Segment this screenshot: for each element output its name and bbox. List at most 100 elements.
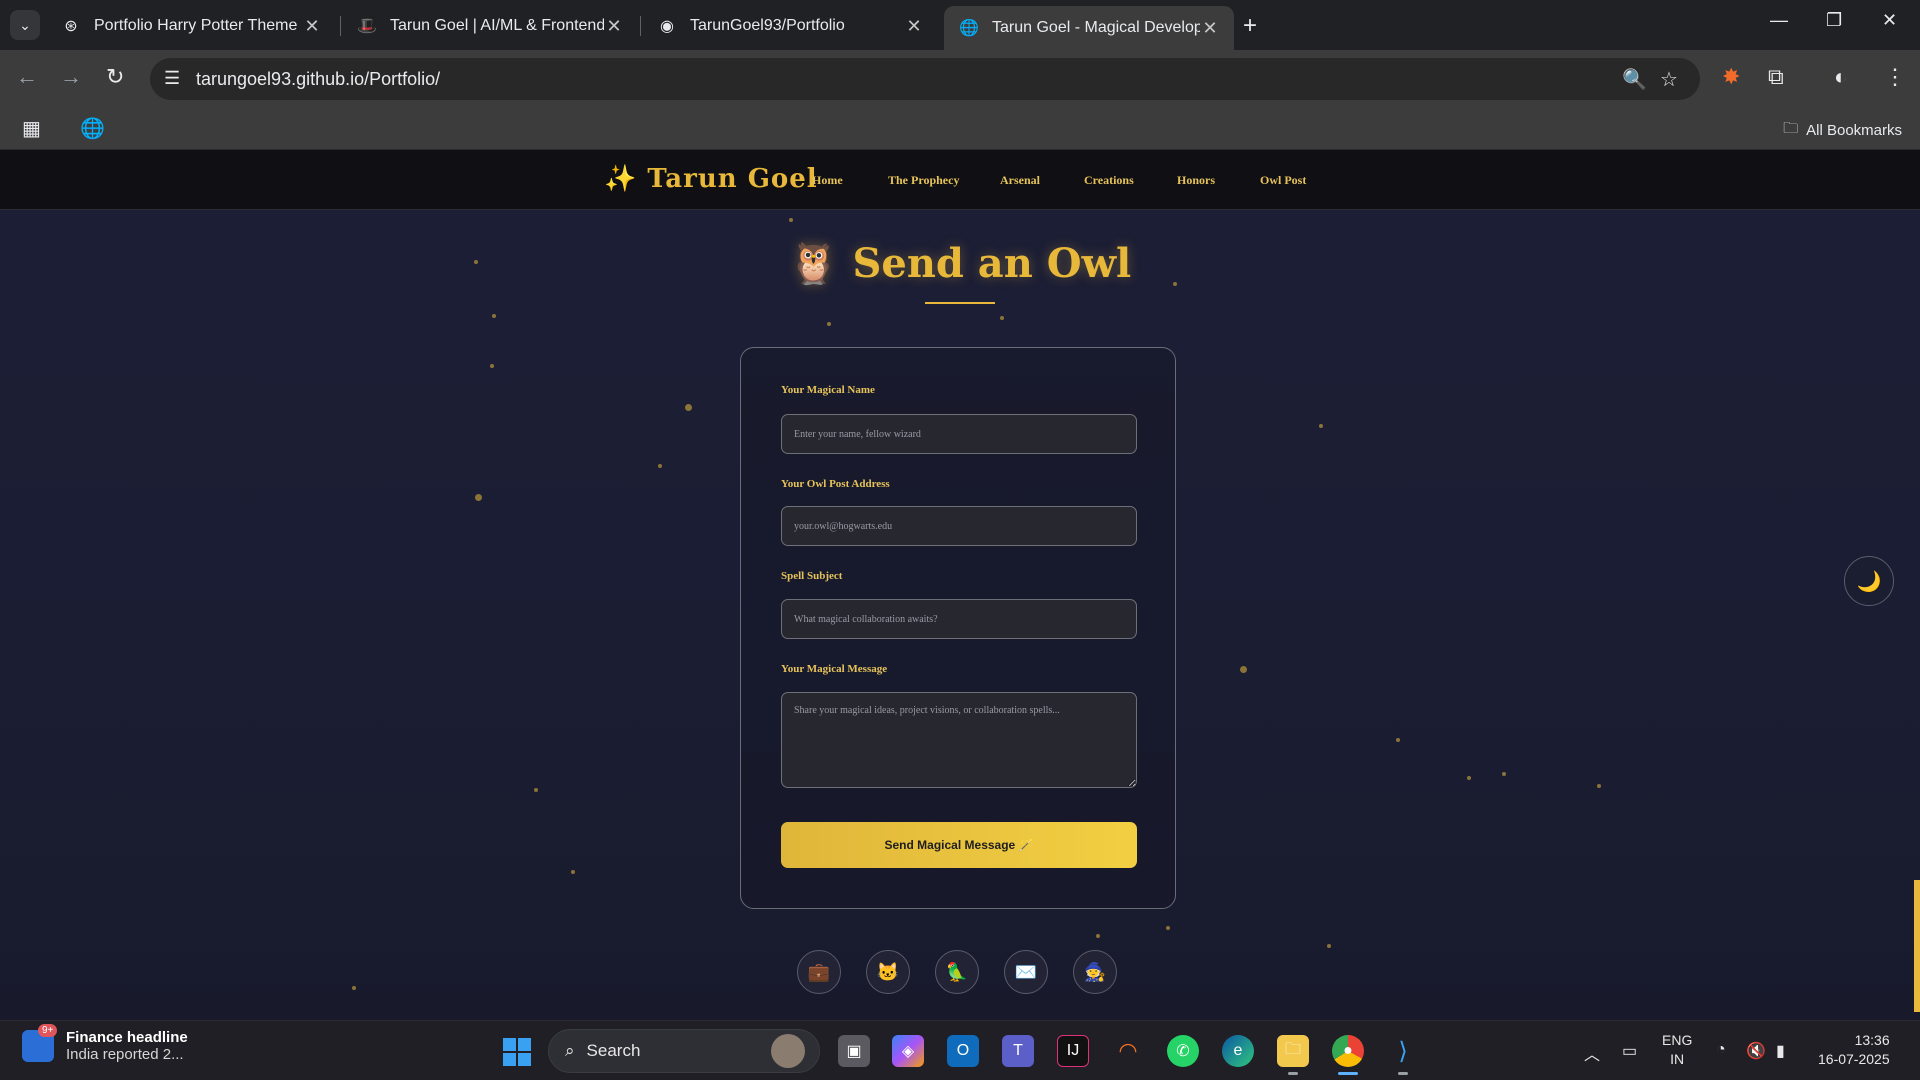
reload-icon[interactable]: ↻ <box>106 64 124 90</box>
system-clock[interactable]: 13:36 16-07-2025 <box>1818 1031 1890 1069</box>
outlook-icon[interactable]: O <box>947 1035 979 1067</box>
menu-icon[interactable]: ⋮ <box>1884 64 1906 90</box>
scrollbar-thumb[interactable] <box>1914 880 1920 1012</box>
url-text[interactable]: tarungoel93.github.io/Portfolio/ <box>196 69 440 90</box>
new-tab-button[interactable]: + <box>1243 12 1257 40</box>
nav-home[interactable]: Home <box>812 173 843 188</box>
profile-avatar-icon[interactable]: ◐ <box>1834 64 1847 90</box>
email-label: Your Owl Post Address <box>781 478 890 490</box>
forward-icon[interactable]: → <box>60 64 82 90</box>
address-bar[interactable]: ☰ tarungoel93.github.io/Portfolio/ 🔍 ☆ <box>150 58 1700 100</box>
email-input[interactable] <box>781 506 1137 546</box>
nav-prophecy[interactable]: The Prophecy <box>888 173 959 188</box>
file-explorer-icon[interactable]: 🗀 <box>1277 1035 1309 1075</box>
speaker-muted-icon[interactable]: 🔇 <box>1746 1041 1766 1061</box>
close-window-icon[interactable]: ✕ <box>1882 10 1897 31</box>
extension-icon[interactable]: ✸ <box>1722 64 1740 90</box>
copilot-icon[interactable]: ◈ <box>892 1035 924 1067</box>
star-decoration <box>1502 772 1506 776</box>
star-decoration <box>1319 424 1323 428</box>
tab-separator <box>640 16 641 36</box>
subject-label: Spell Subject <box>781 570 843 582</box>
search-highlight-image <box>771 1034 805 1068</box>
start-windows-icon[interactable] <box>503 1038 531 1066</box>
openai-icon: ⊛ <box>64 18 78 35</box>
teams-icon[interactable]: T <box>1002 1035 1034 1067</box>
jupyter-icon[interactable]: ◠ <box>1112 1035 1144 1067</box>
star-decoration <box>1096 934 1100 938</box>
star-decoration <box>1396 738 1400 742</box>
hat-icon: 🎩 <box>357 18 377 35</box>
nav-creations[interactable]: Creations <box>1084 173 1134 188</box>
star-decoration <box>1240 666 1247 673</box>
star-decoration <box>789 218 793 222</box>
minimize-icon[interactable]: — <box>1770 10 1788 31</box>
taskbar: 9+ Finance headline India reported 2... … <box>0 1020 1920 1080</box>
linkedin-briefcase-icon[interactable]: 💼 <box>797 950 841 994</box>
news-widget-icon: 9+ <box>22 1024 58 1062</box>
restore-icon[interactable]: ❐ <box>1826 10 1842 31</box>
tab-portfolio-hp-theme[interactable]: ⊛ Portfolio Harry Potter Theme ✕ <box>46 6 336 46</box>
all-bookmarks-button[interactable]: 🗀 All Bookmarks <box>1783 118 1902 143</box>
twitter-bird-icon[interactable]: 🦜 <box>935 950 979 994</box>
nav-owl-post[interactable]: Owl Post <box>1260 173 1306 188</box>
extensions-puzzle-icon[interactable]: ⧉ <box>1768 64 1784 90</box>
close-icon[interactable]: ✕ <box>604 16 624 37</box>
display-icon[interactable]: ▭ <box>1622 1041 1637 1061</box>
star-decoration <box>352 986 356 990</box>
folder-icon: 🗀 <box>1783 120 1799 137</box>
bookmarks-bar: ▦ 🌐 🗀 All Bookmarks <box>0 108 1920 150</box>
star-decoration <box>1597 784 1601 788</box>
tab-github-portfolio[interactable]: ◉ TarunGoel93/Portfolio ✕ <box>642 6 938 46</box>
contact-form: Your Magical Name Your Owl Post Address … <box>740 347 1176 909</box>
globe-icon: 🌐 <box>959 20 979 37</box>
star-decoration <box>1467 776 1471 780</box>
theme-toggle-button[interactable]: 🌙 <box>1844 556 1894 606</box>
star-decoration <box>1166 926 1170 930</box>
zoom-icon[interactable]: 🔍 <box>1622 67 1647 92</box>
nav-honors[interactable]: Honors <box>1177 173 1215 188</box>
name-input[interactable] <box>781 414 1137 454</box>
close-icon[interactable]: ✕ <box>904 16 924 37</box>
globe-icon[interactable]: 🌐 <box>80 116 105 141</box>
social-links: 💼 🐱 🦜 ✉️ 🧙 <box>797 950 1117 994</box>
github-icon: ◉ <box>660 18 674 35</box>
news-widget[interactable]: 9+ Finance headline India reported 2... <box>22 1024 188 1063</box>
battery-icon[interactable]: ▮ <box>1776 1041 1785 1061</box>
task-view-icon[interactable]: ▣ <box>838 1035 870 1067</box>
subject-input[interactable] <box>781 599 1137 639</box>
news-headline: Finance headline <box>66 1029 188 1046</box>
site-info-icon[interactable]: ☰ <box>164 68 180 89</box>
nav-arsenal[interactable]: Arsenal <box>1000 173 1040 188</box>
tab-title: Portfolio Harry Potter Theme <box>94 17 298 34</box>
tab-search-button[interactable]: ⌄ <box>10 10 40 40</box>
bookmark-star-icon[interactable]: ☆ <box>1660 67 1678 92</box>
tab-title: Tarun Goel - Magical Developer <box>992 19 1200 36</box>
github-cat-icon[interactable]: 🐱 <box>866 950 910 994</box>
language-indicator[interactable]: ENG IN <box>1662 1031 1692 1069</box>
portfolio-profile-icon[interactable]: 🧙 <box>1073 950 1117 994</box>
star-decoration <box>475 494 482 501</box>
email-icon[interactable]: ✉️ <box>1004 950 1048 994</box>
star-decoration <box>685 404 692 411</box>
chevron-up-icon[interactable]: ︿ <box>1584 1041 1600 1065</box>
chrome-icon[interactable]: ● <box>1332 1035 1364 1075</box>
close-icon[interactable]: ✕ <box>1200 18 1220 39</box>
edge-icon[interactable]: e <box>1222 1035 1254 1067</box>
site-brand[interactable]: ✨ Tarun Goel <box>604 164 818 194</box>
search-icon: ⌕ <box>565 1041 575 1060</box>
send-message-button[interactable]: Send Magical Message 🪄 <box>781 822 1137 868</box>
back-icon[interactable]: ← <box>16 64 38 90</box>
tab-tarun-ai-ml[interactable]: 🎩 Tarun Goel | AI/ML & Frontend ✕ <box>342 6 638 46</box>
intellij-icon[interactable]: IJ <box>1057 1035 1089 1067</box>
tab-magical-developer[interactable]: 🌐 Tarun Goel - Magical Developer ✕ <box>944 6 1234 50</box>
message-textarea[interactable] <box>781 692 1137 788</box>
tab-title: Tarun Goel | AI/ML & Frontend <box>390 17 604 34</box>
apps-grid-icon[interactable]: ▦ <box>22 116 41 141</box>
browser-toolbar: ← → ↻ ☰ tarungoel93.github.io/Portfolio/… <box>0 50 1920 108</box>
whatsapp-icon[interactable]: ✆ <box>1167 1035 1199 1067</box>
vscode-icon[interactable]: ⟩ <box>1387 1035 1419 1075</box>
close-icon[interactable]: ✕ <box>302 16 322 37</box>
taskbar-search[interactable]: ⌕ Search <box>548 1029 820 1073</box>
wifi-icon[interactable]: ◔ <box>1716 1041 1726 1059</box>
